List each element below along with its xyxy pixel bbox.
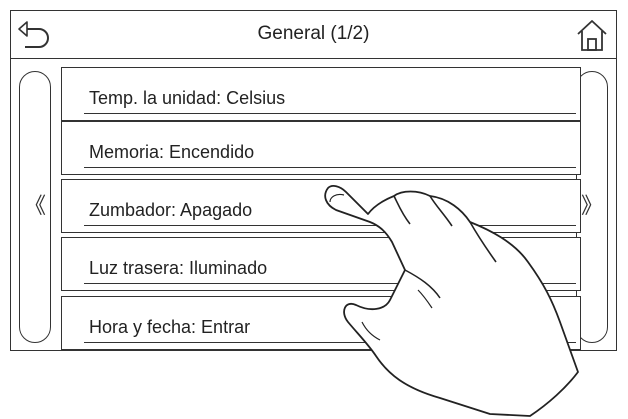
divider <box>84 342 576 343</box>
menu-item-time-date[interactable]: Hora y fecha: Entrar <box>61 296 581 350</box>
menu-item-memory[interactable]: Memoria: Encendido <box>61 121 581 175</box>
menu-item-backlight[interactable]: Luz trasera: Iluminado <box>61 237 581 291</box>
divider <box>84 167 576 168</box>
page-title: General (1/2) <box>257 23 370 44</box>
divider <box>84 113 576 114</box>
divider <box>84 283 576 284</box>
device-screen: General (1/2) 《 》 Temp. la unidad: Celsi… <box>10 10 617 351</box>
menu-item-buzzer[interactable]: Zumbador: Apagado <box>61 179 581 233</box>
home-button[interactable] <box>574 17 610 53</box>
settings-list: Temp. la unidad: Celsius Memoria: Encend… <box>61 59 581 350</box>
divider <box>84 225 576 226</box>
home-icon <box>577 20 607 51</box>
double-chevron-left-icon: 《 <box>23 194 46 219</box>
header-bar: General (1/2) <box>11 11 616 59</box>
prev-page-button[interactable]: 《 <box>19 71 51 343</box>
menu-item-temp-unit[interactable]: Temp. la unidad: Celsius <box>61 67 581 121</box>
double-chevron-right-icon: 》 <box>580 194 603 219</box>
